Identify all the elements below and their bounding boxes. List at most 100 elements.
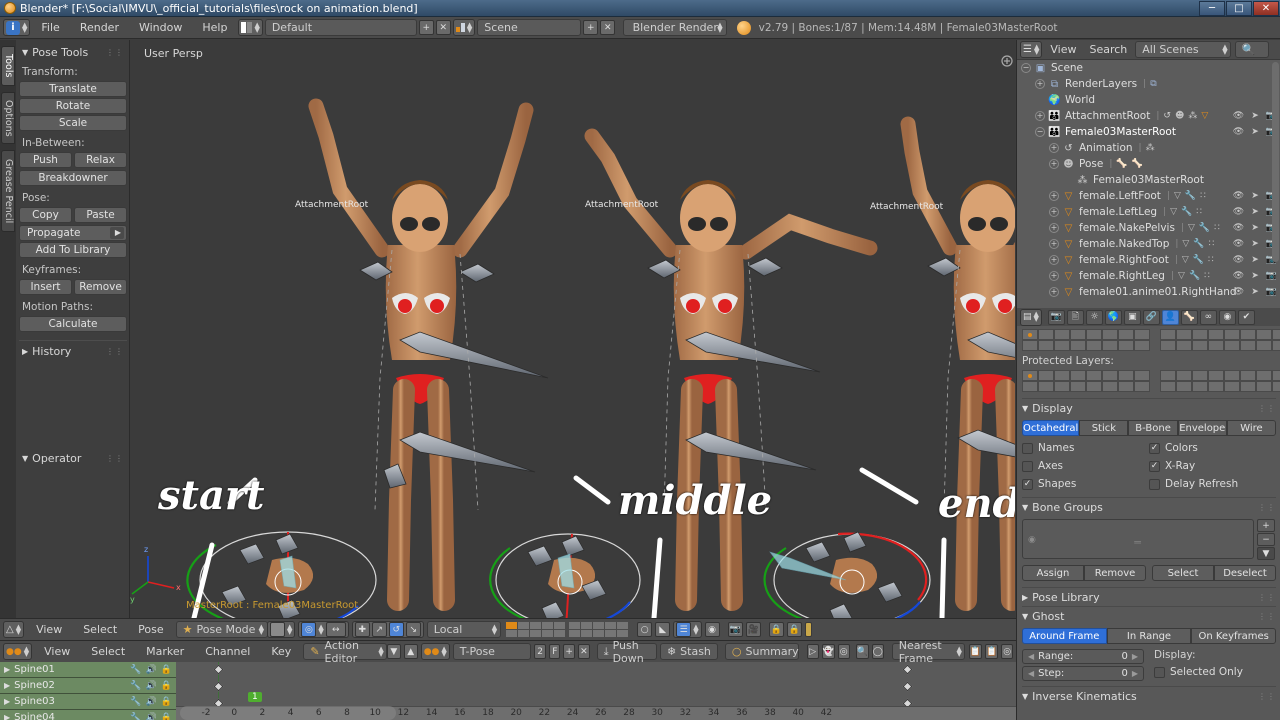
protected-layer-cell[interactable] — [1208, 381, 1224, 392]
action-icon[interactable]: ⁂ — [1146, 143, 1155, 153]
layer-cell[interactable] — [1272, 340, 1280, 351]
tab-bone[interactable]: 🦴 — [1180, 309, 1198, 325]
protected-layer-cell[interactable] — [1256, 370, 1272, 381]
speaker-icon[interactable]: 🔊 — [146, 697, 157, 707]
anim-icon[interactable]: ↺ — [1163, 111, 1171, 121]
layer-cell[interactable] — [1054, 329, 1070, 340]
tab-options[interactable]: Options — [1, 92, 15, 144]
layer-cell[interactable] — [1240, 329, 1256, 340]
protected-layer-cell[interactable] — [1102, 370, 1118, 381]
dopesheet-mode-selector[interactable]: ✎ Action Editor — [303, 639, 388, 665]
outliner-row[interactable]: 🌍 World — [1017, 92, 1280, 108]
layer-cell[interactable] — [1086, 329, 1102, 340]
dopesheet-menu-marker[interactable]: Marker — [137, 643, 193, 660]
outliner-search-input[interactable]: 🔍 — [1234, 41, 1269, 58]
protected-layer-cell[interactable] — [1054, 370, 1070, 381]
eye-icon[interactable]: 👁 — [1233, 287, 1244, 297]
ghost-mode-around-frame[interactable]: Around Frame — [1022, 628, 1107, 644]
protected-layer-cell[interactable] — [1272, 381, 1280, 392]
vertexgroup-icon[interactable]: ∷ — [1196, 207, 1202, 217]
protected-layer-cell[interactable] — [1240, 381, 1256, 392]
tab-armature[interactable]: 👤 — [1161, 309, 1179, 325]
protected-layer-cell[interactable] — [1070, 370, 1086, 381]
layer-cell[interactable] — [1070, 340, 1086, 351]
outliner-row[interactable]: + ▽ female01.anime01.RightHand 👁 ➤ 📷 — [1017, 284, 1280, 300]
protected-layer-cell[interactable] — [1102, 381, 1118, 392]
pivot-point-selector[interactable]: ◎ ▲ ▼ ↔ — [298, 621, 349, 638]
ghost-step-field[interactable]: ◀ Step: 0 ▶ — [1022, 666, 1144, 681]
protected-layer-cell[interactable] — [1054, 381, 1070, 392]
dopesheet-channel-row[interactable]: ▶ Spine01 🔧 🔊 🔒 — [0, 662, 176, 678]
checkbox-xray[interactable]: ✓ X-Ray — [1149, 457, 1276, 475]
viewport-shading-selector[interactable]: ▲ ▼ — [267, 621, 296, 638]
layer-cell[interactable] — [1176, 340, 1192, 351]
triangle-right-icon[interactable]: ▶ — [4, 665, 10, 674]
camera-icon[interactable]: 📷 — [1266, 271, 1277, 281]
outliner-scrollbar[interactable] — [1272, 62, 1279, 262]
assign-bone-group-button[interactable]: Assign — [1022, 565, 1084, 581]
stash-button[interactable]: ❄ Stash — [659, 643, 718, 660]
mesh-icon[interactable]: ▽ — [1170, 207, 1177, 217]
protected-layer-cell[interactable] — [1134, 370, 1150, 381]
checkbox-axes[interactable]: Axes — [1022, 457, 1149, 475]
minimize-button[interactable]: ─ — [1199, 0, 1225, 16]
armature-layers[interactable] — [1022, 329, 1280, 351]
cursor-icon[interactable]: ➤ — [1251, 111, 1259, 121]
outliner-row[interactable]: +▽female.NakedTop|▽🔧∷👁➤📷 — [1017, 236, 1280, 252]
menu-window[interactable]: Window — [130, 19, 191, 36]
viewport-editor-type-selector[interactable]: △ ▲ ▼ — [3, 621, 25, 638]
layer-cell[interactable] — [1192, 340, 1208, 351]
layer-cell[interactable] — [1102, 340, 1118, 351]
layer-cell[interactable] — [1272, 329, 1280, 340]
outliner-expander-icon[interactable]: − — [1035, 127, 1045, 137]
pose-icon[interactable]: ☻ — [1175, 111, 1184, 121]
deselect-bone-group-button[interactable]: Deselect — [1214, 565, 1276, 581]
screen-delete-button[interactable]: ✕ — [435, 20, 451, 35]
wrench-icon[interactable]: 🔧 — [1199, 223, 1210, 233]
protected-layer-cell[interactable] — [1134, 381, 1150, 392]
mesh-icon[interactable]: ▽ — [1174, 191, 1181, 201]
display-mode-bbone[interactable]: B-Bone — [1128, 420, 1178, 436]
checkbox-selected-only[interactable]: Selected Only — [1154, 663, 1276, 681]
unlink-action-button[interactable]: ✕ — [578, 644, 590, 659]
outliner-menu-view[interactable]: View — [1045, 41, 1081, 58]
keyframe[interactable] — [213, 681, 224, 692]
eye-icon[interactable]: 👁 — [1233, 271, 1244, 281]
protected-layer-cell[interactable] — [1192, 370, 1208, 381]
select-filter-icon[interactable]: ▷ — [806, 644, 819, 659]
outliner-row[interactable]: + ↺ Animation | ⁂ — [1017, 140, 1280, 156]
vertexgroup-icon[interactable]: ∷ — [1214, 223, 1220, 233]
display-mode-envelope[interactable]: Envelope — [1177, 420, 1227, 436]
layer-cell[interactable] — [1256, 329, 1272, 340]
protected-layer-cell[interactable] — [1070, 381, 1086, 392]
mesh-icon[interactable]: ▽ — [1188, 223, 1195, 233]
protected-layer-cell[interactable] — [1160, 381, 1176, 392]
scale-button[interactable]: Scale — [19, 115, 127, 131]
display-mode-octahedral[interactable]: Octahedral — [1022, 420, 1080, 436]
3d-viewport[interactable]: z x y User Persp AttachmentRoot Attachme… — [130, 40, 1015, 618]
fake-user-button[interactable]: F — [549, 644, 561, 659]
cursor-icon[interactable]: ➤ — [1251, 207, 1259, 217]
circle-filter-icon[interactable]: ◯ — [871, 644, 884, 659]
protected-layer-cell[interactable] — [1256, 381, 1272, 392]
outliner-row[interactable]: + ▽ female.RightLeg | ▽ 🔧 ∷ 👁 ➤ 📷 — [1017, 268, 1280, 284]
outliner-row[interactable]: +▽female.NakePelvis|▽🔧∷👁➤📷 — [1017, 220, 1280, 236]
protected-layer-cell[interactable] — [1160, 370, 1176, 381]
render-engine-selector[interactable]: Blender Render — [623, 19, 728, 36]
triangle-right-icon[interactable]: ▶ — [4, 697, 10, 706]
wrench-icon[interactable]: 🔧 — [1189, 271, 1200, 281]
dopesheet-channel-row[interactable]: ▶ Spine04 🔧 🔊 🔒 — [0, 710, 176, 720]
eye-icon[interactable]: 👁 — [1233, 111, 1244, 121]
layer-cell[interactable] — [1176, 329, 1192, 340]
eye-icon[interactable]: 👁 — [1233, 223, 1244, 233]
eye-icon[interactable]: 👁 — [1233, 127, 1244, 137]
vertexgroup-icon[interactable]: ∷ — [1200, 191, 1206, 201]
wrench-icon[interactable]: 🔧 — [130, 697, 141, 707]
viewport-menu-view[interactable]: View — [27, 621, 71, 638]
cursor-icon[interactable]: ➤ — [1251, 255, 1259, 265]
ghost-mode-in-range[interactable]: In Range — [1106, 628, 1192, 644]
viewport-menu-pose[interactable]: Pose — [129, 621, 172, 638]
protected-layer-cell[interactable] — [1118, 370, 1134, 381]
layer-cell[interactable] — [1134, 329, 1150, 340]
new-action-button[interactable]: + — [563, 644, 576, 659]
